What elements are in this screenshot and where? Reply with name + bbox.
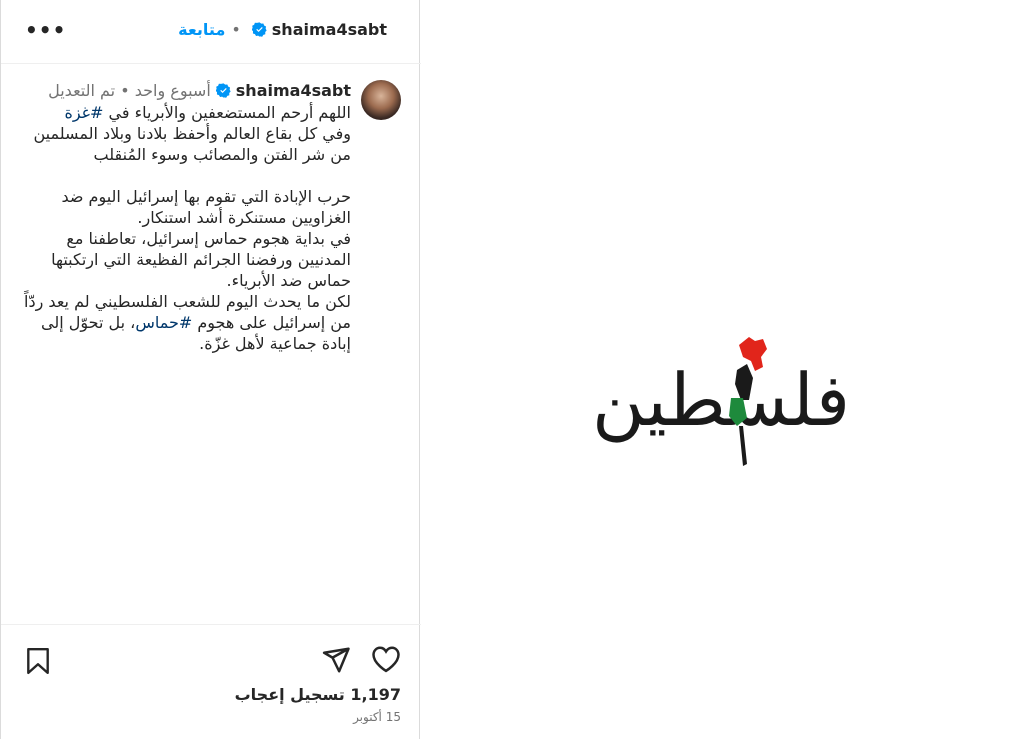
- verified-badge-icon: [251, 22, 267, 37]
- caption-header: أسبوع واحد • تم التعديل shaima4sabt: [48, 81, 351, 100]
- like-count[interactable]: 1,197 تسجيل إعجاب: [235, 685, 401, 704]
- caption-text: اللهم أرحم المستضعفين والأبرياء في #غزة …: [21, 102, 351, 354]
- separator-dot: •: [231, 20, 241, 39]
- post-date[interactable]: 15 أكتوبر: [353, 710, 401, 724]
- hashtag-link[interactable]: #حماس: [135, 313, 192, 332]
- post-meta: أسبوع واحد • تم التعديل: [48, 81, 211, 100]
- avatar[interactable]: [361, 80, 401, 120]
- header-username[interactable]: shaima4sabt: [272, 20, 387, 39]
- caption-section: أسبوع واحد • تم التعديل shaima4sabt الله…: [1, 64, 421, 624]
- caption-username[interactable]: shaima4sabt: [236, 81, 351, 100]
- palestine-calligraphy-image: فلسطين: [592, 337, 850, 466]
- caption-text-part: اللهم أرحم المستضعفين والأبرياء في: [103, 103, 351, 122]
- like-heart-icon[interactable]: [371, 645, 401, 673]
- post-panel: ••• متابعة • shaima4sabt أسبوع واحد • تم…: [0, 0, 421, 739]
- post-header: ••• متابعة • shaima4sabt: [1, 0, 421, 64]
- follow-button[interactable]: متابعة: [178, 20, 225, 39]
- save-bookmark-icon[interactable]: [25, 647, 51, 675]
- hashtag-link[interactable]: #غزة: [64, 103, 103, 122]
- share-icon[interactable]: [321, 645, 351, 675]
- verified-badge-icon: [215, 83, 231, 98]
- calligraphy-text: فلسطين: [592, 358, 850, 443]
- post-image[interactable]: فلسطين: [421, 0, 1015, 739]
- caption-text-part: وفي كل بقاع العالم وأحفظ بلادنا وبلاد ال…: [24, 124, 351, 332]
- action-bar: 1,197 تسجيل إعجاب 15 أكتوبر: [1, 624, 421, 739]
- header-user-info: متابعة • shaima4sabt: [178, 20, 387, 39]
- more-options-icon[interactable]: •••: [25, 20, 66, 40]
